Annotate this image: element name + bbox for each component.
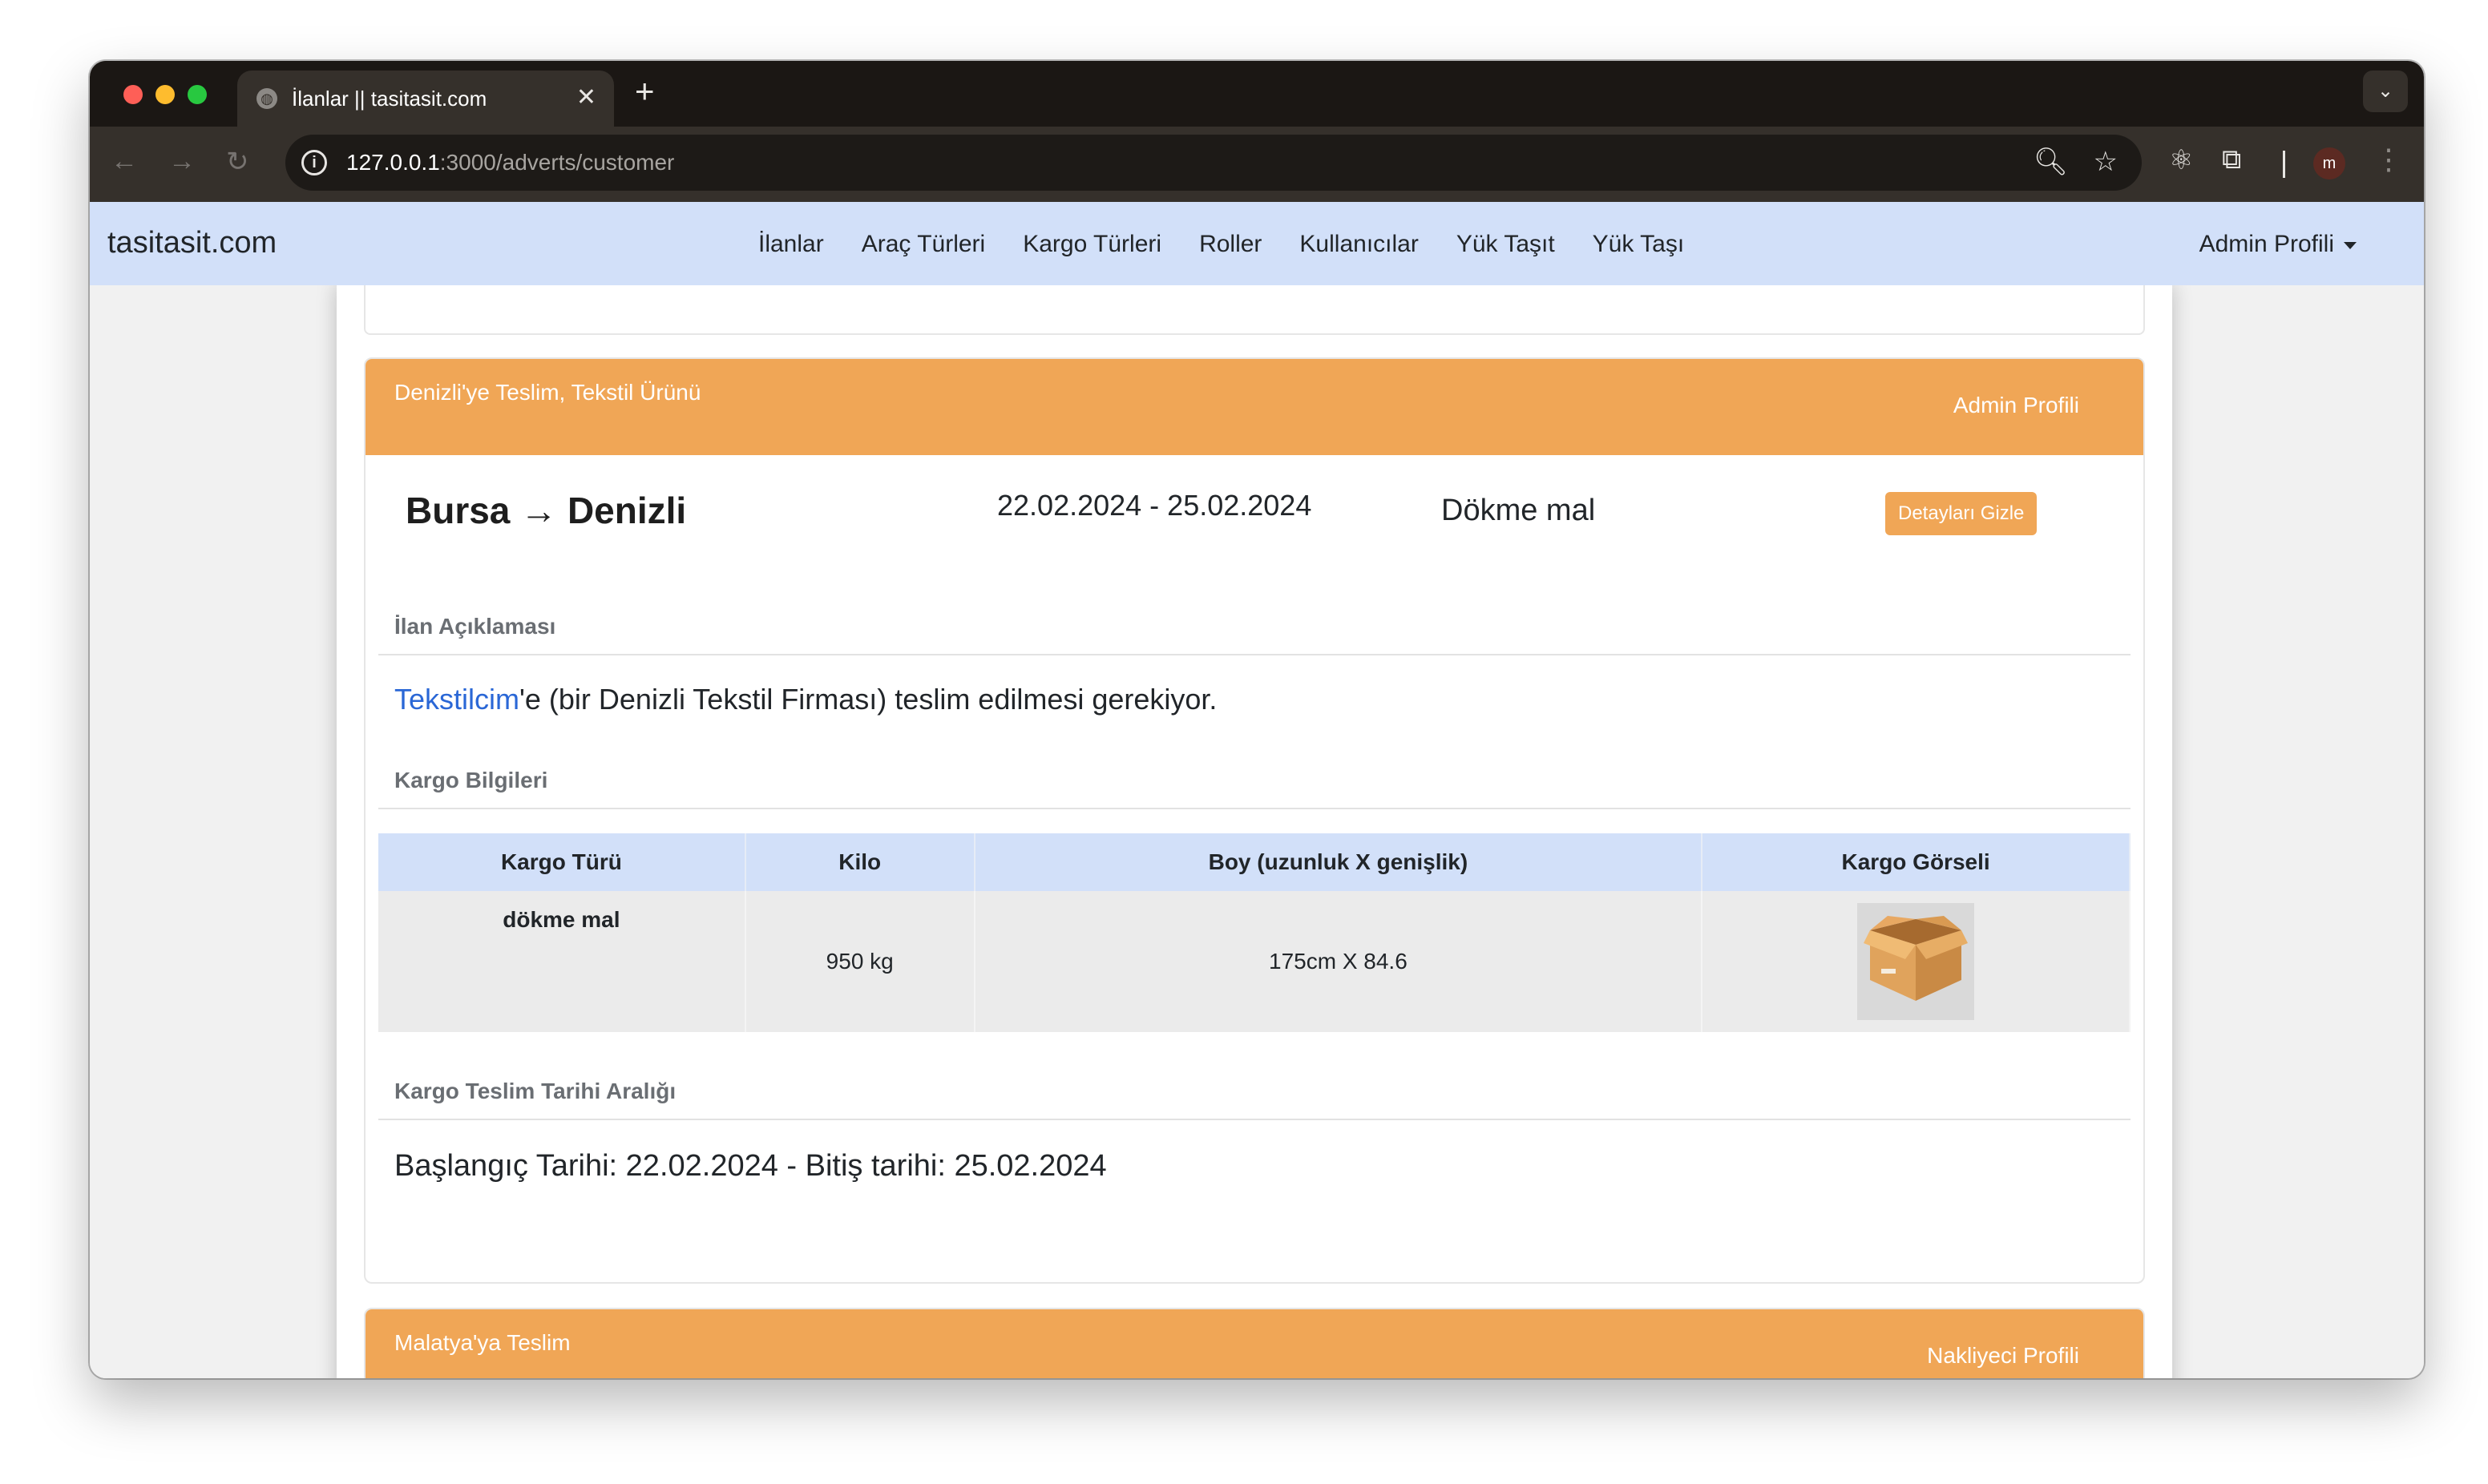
new-tab-button[interactable]: + <box>635 72 655 111</box>
cargo-weight-cell: 950 kg <box>745 891 975 1032</box>
column-header: Boy (uzunluk X genişlik) <box>974 833 1703 891</box>
address-bar[interactable]: i 127.0.0.1:3000/adverts/customer 🔍︎ ☆ <box>285 135 2142 191</box>
advert-title: Denizli'ye Teslim, Tekstil Ürünü <box>394 380 701 405</box>
brand-logo[interactable]: tasitasit.com <box>107 226 277 260</box>
nav-link-yuk-tasit[interactable]: Yük Taşıt <box>1456 231 1555 258</box>
column-header: Kilo <box>745 833 975 891</box>
hide-details-button[interactable]: Detayları Gizle <box>1885 492 2038 535</box>
globe-icon: ◍ <box>256 88 277 109</box>
advert-card: Malatya'ya Teslim Nakliyeci Profili <box>364 1308 2145 1378</box>
browser-menu-icon[interactable]: ⋮ <box>2374 143 2403 176</box>
browser-tab-active[interactable]: ◍ İlanlar || tasitasit.com ✕ <box>237 71 614 127</box>
advert-cargo-type: Dökme mal <box>1441 494 1596 527</box>
nav-link-roller[interactable]: Roller <box>1199 231 1262 258</box>
advert-route: Bursa → Denizli <box>406 490 687 531</box>
advert-date-range: 22.02.2024 - 25.02.2024 <box>997 489 1312 522</box>
delivery-range-heading: Kargo Teslim Tarihi Aralığı <box>394 1079 677 1103</box>
toolbar-divider <box>2283 151 2285 178</box>
nav-links: İlanlar Araç Türleri Kargo Türleri Rolle… <box>758 231 1722 258</box>
column-header: Kargo Görseli <box>1702 833 2131 891</box>
reload-icon[interactable]: ↻ <box>226 146 249 178</box>
content-container: Denizli'ye Teslim, Tekstil Ürünü Admin P… <box>337 269 2172 1378</box>
divider <box>378 654 2131 655</box>
site-info-icon[interactable]: i <box>301 150 327 175</box>
advert-description: Tekstilcim'e (bir Denizli Tekstil Firmas… <box>394 683 1218 716</box>
site-navbar: tasitasit.com İlanlar Araç Türleri Kargo… <box>90 202 2424 285</box>
tab-strip: ◍ İlanlar || tasitasit.com ✕ + ⌄ <box>90 61 2424 127</box>
delivery-range-text: Başlangıç Tarihi: 22.02.2024 - Bitiş tar… <box>394 1149 1107 1183</box>
cargo-image-cell <box>1702 891 2131 1032</box>
profile-dropdown[interactable]: Admin Profili <box>2199 231 2357 258</box>
extensions-puzzle-icon[interactable]: ⧉ <box>2222 144 2241 175</box>
cargo-kind-cell: dökme mal <box>378 891 746 1032</box>
close-tab-icon[interactable]: ✕ <box>576 83 596 111</box>
tab-search-button[interactable]: ⌄ <box>2363 71 2408 112</box>
advert-title: Malatya'ya Teslim <box>394 1330 571 1355</box>
back-arrow-icon[interactable]: ← <box>111 146 138 177</box>
description-heading: İlan Açıklaması <box>394 614 556 639</box>
close-window-button[interactable] <box>123 85 143 104</box>
zoom-icon[interactable]: 🔍︎ <box>2034 146 2068 178</box>
browser-toolbar: ← → ↻ i 127.0.0.1:3000/adverts/customer … <box>90 127 2424 202</box>
advert-card-header: Malatya'ya Teslim Nakliyeci Profili <box>366 1309 2143 1378</box>
cargo-info-heading: Kargo Bilgileri <box>394 768 548 792</box>
table-header-row: Kargo Türü Kilo Boy (uzunluk X genişlik)… <box>378 833 2131 891</box>
forward-arrow-icon[interactable]: → <box>168 146 196 177</box>
advert-owner-link[interactable]: Nakliyeci Profili <box>1927 1343 2079 1369</box>
nav-link-arac-turleri[interactable]: Araç Türleri <box>862 231 985 258</box>
table-row: dökme mal 950 kg 175cm X 84.6 <box>378 891 2131 1032</box>
column-header: Kargo Türü <box>378 833 746 891</box>
cargo-table: Kargo Türü Kilo Boy (uzunluk X genişlik)… <box>378 833 2131 1032</box>
profile-avatar[interactable]: m <box>2313 147 2345 179</box>
nav-link-kullanicilar[interactable]: Kullanıcılar <box>1299 231 1418 258</box>
nav-link-ilanlar[interactable]: İlanlar <box>758 231 824 258</box>
minimize-window-button[interactable] <box>156 85 175 104</box>
url-text[interactable]: 127.0.0.1:3000/adverts/customer <box>346 150 674 175</box>
browser-window: ◍ İlanlar || tasitasit.com ✕ + ⌄ ← → ↻ i… <box>90 61 2424 1378</box>
divider <box>378 1119 2131 1120</box>
company-link[interactable]: Tekstilcim <box>394 683 519 716</box>
tab-title: İlanlar || tasitasit.com <box>292 87 487 111</box>
cardboard-box-icon <box>1857 903 1975 1020</box>
nav-link-kargo-turleri[interactable]: Kargo Türleri <box>1023 231 1161 258</box>
advert-card-header: Denizli'ye Teslim, Tekstil Ürünü Admin P… <box>366 359 2143 455</box>
maximize-window-button[interactable] <box>188 85 207 104</box>
caret-down-icon <box>2344 241 2357 249</box>
cargo-size-cell: 175cm X 84.6 <box>974 891 1703 1032</box>
divider <box>378 808 2131 809</box>
advert-owner-link[interactable]: Admin Profili <box>1953 393 2079 418</box>
nav-link-yuk-tasi[interactable]: Yük Taşı <box>1593 231 1685 258</box>
bookmark-star-icon[interactable]: ☆ <box>2094 146 2118 178</box>
page-viewport: tasitasit.com İlanlar Araç Türleri Kargo… <box>90 202 2424 1378</box>
react-devtools-icon[interactable]: ⚛ <box>2169 144 2193 176</box>
advert-card: Denizli'ye Teslim, Tekstil Ürünü Admin P… <box>364 357 2145 1284</box>
